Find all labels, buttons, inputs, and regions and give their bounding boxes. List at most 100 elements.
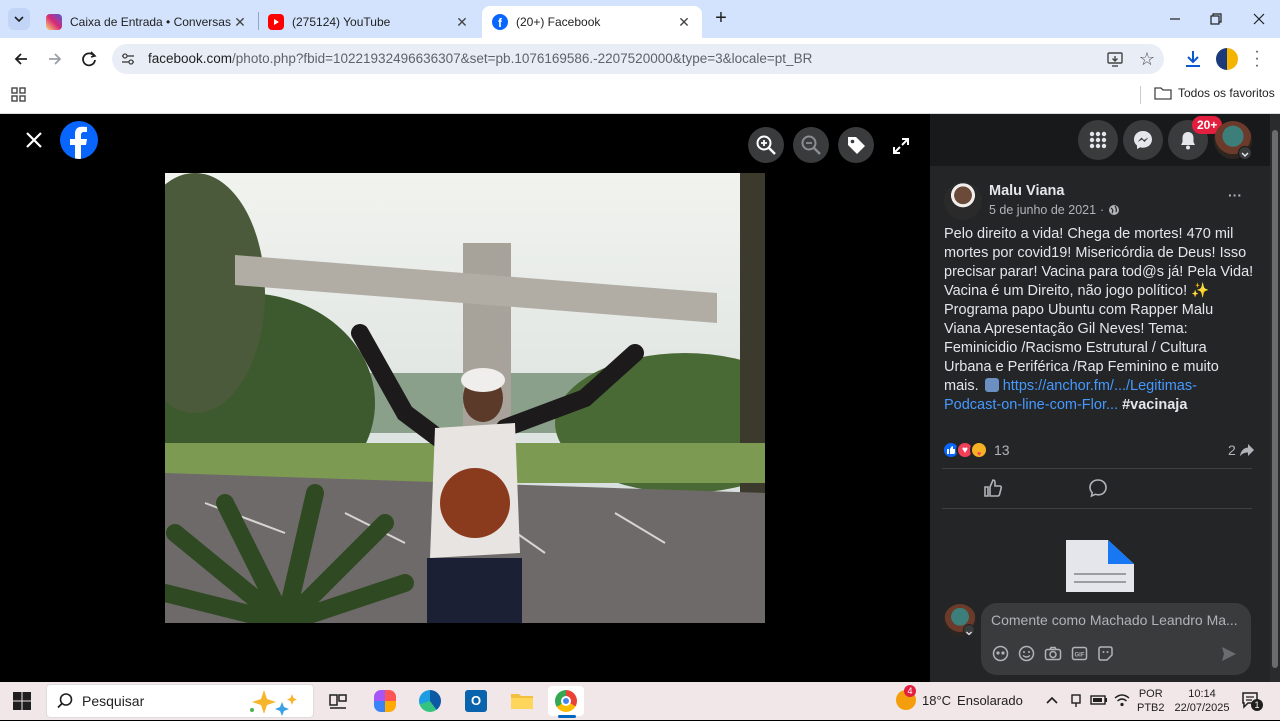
facebook-f-icon <box>70 126 87 159</box>
post-body: Pelo direito a vida! Chega de mortes! 47… <box>944 225 1254 415</box>
language-indicator[interactable]: POR PTB2 <box>1137 687 1165 715</box>
start-button[interactable] <box>12 691 32 711</box>
task-view-button[interactable] <box>320 686 356 716</box>
battery-icon[interactable] <box>1090 692 1108 708</box>
avatar-sticker-icon[interactable] <box>992 645 1009 662</box>
zoom-in-button[interactable] <box>748 127 784 163</box>
messenger-icon <box>1134 131 1152 149</box>
usb-device-icon[interactable] <box>1068 692 1084 708</box>
divider <box>1140 86 1141 104</box>
facebook-logo[interactable] <box>60 121 98 159</box>
folder-icon <box>1154 87 1172 100</box>
site-info-icon[interactable] <box>120 51 136 67</box>
windows-logo-icon <box>13 692 31 710</box>
sticker-icon[interactable] <box>1097 645 1114 662</box>
photo-image <box>165 173 765 623</box>
close-tab-icon[interactable]: ✕ <box>232 14 248 31</box>
bell-icon <box>1181 132 1195 150</box>
close-icon <box>26 132 42 148</box>
edge-app[interactable] <box>412 686 448 716</box>
tab-strip: Caixa de Entrada • Conversas ✕ (275124) … <box>0 0 1280 38</box>
close-tab-icon[interactable]: ✕ <box>676 14 692 31</box>
notification-center-button[interactable]: 1 <box>1241 690 1263 712</box>
shares-count: 2 <box>1228 442 1236 458</box>
gif-icon[interactable]: GIF <box>1071 645 1088 662</box>
profile-avatar[interactable] <box>1216 48 1238 70</box>
wifi-icon[interactable] <box>1114 692 1130 708</box>
apps-grid-icon[interactable] <box>11 87 27 103</box>
outlook-app[interactable]: O <box>458 686 494 716</box>
weather-widget[interactable]: 4 18°C Ensolarado <box>896 685 1023 710</box>
url-path: /photo.php?fbid=10221932496636307&set=pb… <box>232 51 813 66</box>
zoom-out-button[interactable] <box>793 127 829 163</box>
close-window-button[interactable] <box>1248 8 1270 30</box>
tab-title: (275124) YouTube <box>292 15 391 29</box>
comment-input[interactable]: Comente como Machado Leandro Ma... <box>991 612 1238 628</box>
clock-date: 22/07/2025 <box>1174 702 1230 714</box>
tag-photo-button[interactable] <box>838 127 874 163</box>
tab-instagram[interactable]: Caixa de Entrada • Conversas ✕ <box>36 6 258 38</box>
clock-time: 10:14 <box>1188 688 1216 700</box>
comment-bubble-icon <box>1089 479 1107 498</box>
chrome-icon <box>555 690 577 712</box>
menu-kebab-icon[interactable]: · · · <box>1252 44 1262 74</box>
tab-facebook[interactable]: f (20+) Facebook ✕ <box>482 6 702 38</box>
outlook-icon: O <box>465 690 487 712</box>
post-options-button[interactable]: ··· <box>1224 187 1246 207</box>
commenter-chevron-icon <box>963 624 975 636</box>
language-code: POR <box>1138 688 1163 700</box>
divider <box>942 508 1252 509</box>
all-bookmarks-button[interactable]: Todos os favoritos <box>1154 86 1275 100</box>
url-text[interactable]: facebook.com/photo.php?fbid=102219324966… <box>148 51 812 66</box>
downloads-icon[interactable] <box>1182 48 1204 70</box>
weather-desc: Ensolarado <box>957 692 1023 708</box>
camera-icon[interactable] <box>1044 645 1062 662</box>
file-explorer-app[interactable] <box>504 686 540 716</box>
clock[interactable]: 10:14 22/07/2025 <box>1172 687 1232 715</box>
bookmarks-bar <box>0 80 1280 114</box>
author-avatar[interactable] <box>944 182 982 220</box>
tray-overflow-icon[interactable] <box>1044 692 1060 708</box>
close-viewer-button[interactable] <box>22 128 46 152</box>
tab-title: (20+) Facebook <box>516 15 601 29</box>
close-tab-icon[interactable]: ✕ <box>454 14 470 31</box>
tab-youtube[interactable]: (275124) YouTube ✕ <box>258 6 480 38</box>
back-button[interactable] <box>10 48 32 70</box>
care-reaction-icon: ♥ <box>970 441 988 459</box>
facebook-icon: f <box>492 14 508 30</box>
globe-emoji-icon <box>984 378 999 392</box>
copilot-app[interactable] <box>367 686 403 716</box>
post-photo[interactable] <box>165 173 765 623</box>
post-hashtag[interactable]: #vacinaja <box>1122 397 1187 413</box>
tab-title: Caixa de Entrada • Conversas <box>70 15 231 29</box>
chrome-active-indicator <box>558 715 576 718</box>
composer-tools: GIF <box>992 645 1114 662</box>
tab-search-button[interactable] <box>8 8 30 30</box>
reload-button[interactable] <box>78 48 100 70</box>
messenger-button[interactable] <box>1123 120 1163 160</box>
author-name[interactable]: Malu Viana <box>989 183 1064 199</box>
new-tab-button[interactable]: + <box>710 7 732 31</box>
post-meta: 5 de junho de 2021 · <box>989 203 1120 217</box>
reactions-summary[interactable]: ♥ ♥ 13 <box>942 441 1010 459</box>
minimize-button[interactable] <box>1164 8 1186 30</box>
restore-button[interactable] <box>1205 8 1227 30</box>
emoji-icon[interactable] <box>1018 645 1035 662</box>
bookmark-star-icon[interactable]: ☆ <box>1137 49 1157 69</box>
zoom-in-icon <box>756 135 776 155</box>
shares-summary[interactable]: 2 <box>1228 442 1255 458</box>
url-domain: facebook.com <box>148 51 233 66</box>
post-date[interactable]: 5 de junho de 2021 <box>989 203 1096 217</box>
panel-scrollbar-thumb[interactable] <box>1272 130 1278 668</box>
forward-button[interactable] <box>44 48 66 70</box>
comment-button[interactable] <box>1087 477 1109 499</box>
account-chevron-icon[interactable] <box>1238 146 1252 160</box>
chrome-app[interactable] <box>548 686 584 716</box>
send-comment-button[interactable] <box>1220 645 1238 663</box>
notification-count-badge: 1 <box>1251 699 1263 711</box>
close-icon <box>1253 13 1265 25</box>
like-button[interactable] <box>982 477 1004 499</box>
install-app-icon[interactable] <box>1106 50 1124 68</box>
menu-button[interactable] <box>1078 120 1118 160</box>
fullscreen-button[interactable] <box>890 135 912 157</box>
